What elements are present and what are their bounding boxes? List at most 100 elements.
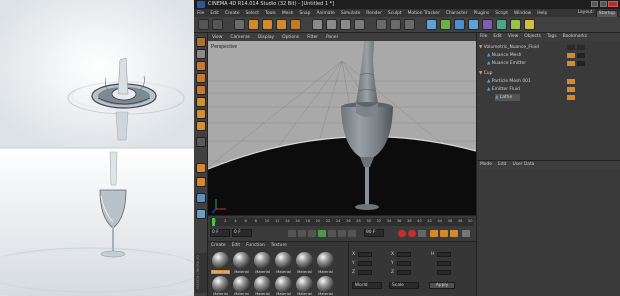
y-axis-icon[interactable] [326,19,337,30]
timeline-ruler[interactable]: 0 2 4 6 8 10 12 14 16 18 20 22 24 26 28 30 32 34 36 38 40 42 4… [210,218,474,226]
object-menu-edit[interactable]: Edit [490,33,505,41]
rotation-key-icon[interactable] [450,230,458,237]
scale-tool-icon[interactable] [262,19,273,30]
attribute-menu-edit[interactable]: Edit [495,161,510,169]
size-z-field[interactable] [397,270,411,275]
tag-icon[interactable] [567,95,575,100]
material-swatch[interactable] [275,276,292,293]
tag-icon[interactable] [577,45,585,50]
goto-start-icon[interactable] [288,230,296,237]
model-mode-icon[interactable] [196,49,206,59]
coordinate-system-icon[interactable] [354,19,365,30]
next-key-icon[interactable] [338,230,346,237]
tag-icon[interactable] [567,53,575,58]
material-swatch[interactable] [317,252,334,269]
maximize-icon[interactable] [600,1,607,7]
object-menu-view[interactable]: View [505,33,521,41]
material-swatch[interactable] [212,252,229,269]
move-tool-icon[interactable] [248,19,259,30]
rotation-b-field[interactable] [437,270,451,275]
polygons-mode-icon[interactable] [196,121,206,131]
object-mode-icon[interactable] [196,61,206,71]
close-icon[interactable] [608,1,618,7]
object-row[interactable]: ▲ Nuance Emitter [487,60,526,67]
rotate-tool-icon[interactable] [276,19,287,30]
solo-icon[interactable] [196,209,206,219]
material-swatch[interactable] [317,276,334,293]
tag-icon[interactable] [577,61,585,66]
attribute-menu-mode[interactable]: Mode [477,161,495,169]
keyframe-selection-icon[interactable] [418,230,426,237]
object-menu-tags[interactable]: Tags [544,33,560,41]
scale-mode-select[interactable]: Scale [389,282,419,289]
live-selection-icon[interactable] [234,19,245,30]
tweak-mode-icon[interactable] [196,177,206,187]
object-row[interactable]: ▼ Volumetric_Nuance_Fluid [479,44,539,51]
render-picture-viewer-icon[interactable] [390,19,401,30]
viewport-nav-icons[interactable] [444,42,474,48]
material-menu-texture[interactable]: Texture [268,242,290,250]
material-swatch[interactable] [254,276,271,293]
tag-icon[interactable] [567,87,575,92]
object-menu-objects[interactable]: Objects [521,33,544,41]
material-menu-edit[interactable]: Edit [229,242,244,250]
coordinate-system-select[interactable]: World [352,282,382,289]
tag-icon[interactable] [567,45,575,50]
redo-icon[interactable] [212,19,223,30]
attribute-menu-user-data[interactable]: User Data [509,161,537,169]
z-axis-icon[interactable] [340,19,351,30]
light-icon[interactable] [524,19,535,30]
autokey-icon[interactable] [408,230,416,237]
workplane-icon[interactable] [196,85,206,95]
object-menu-file[interactable]: File [477,33,490,41]
previous-key-icon[interactable] [298,230,306,237]
tag-icon[interactable] [577,53,585,58]
object-row[interactable]: ▲ Particle Mesh 001 [487,78,531,85]
render-view-icon[interactable] [376,19,387,30]
minimize-icon[interactable] [591,1,598,7]
spline-icon[interactable] [468,19,479,30]
previous-frame-icon[interactable] [308,230,316,237]
tag-icon[interactable] [567,79,575,84]
current-frame-field[interactable]: 0 F [210,229,230,237]
subdivision-icon[interactable] [440,19,451,30]
next-frame-icon[interactable] [328,230,336,237]
tag-icon[interactable] [567,61,575,66]
make-editable-icon[interactable] [196,37,206,47]
camera-icon[interactable] [510,19,521,30]
points-mode-icon[interactable] [196,97,206,107]
array-icon[interactable] [454,19,465,30]
object-row-selected[interactable]: ▲ Lathe [495,94,521,101]
material-swatch[interactable] [212,276,229,293]
undo-icon[interactable] [198,19,209,30]
material-swatch[interactable] [233,276,250,293]
material-menu-function[interactable]: Function [243,242,268,250]
snap-icon[interactable] [196,163,206,173]
cube-object-icon[interactable] [426,19,437,30]
record-key-icon[interactable] [398,230,406,237]
workplane-lock-icon[interactable] [196,193,206,203]
x-axis-icon[interactable] [312,19,323,30]
object-menu-bookmarks[interactable]: Bookmarks [560,33,591,41]
timeline-menu-icon[interactable] [462,230,470,237]
perspective-viewport[interactable]: Perspective [208,41,476,215]
rotation-h-field[interactable] [437,252,451,257]
size-y-field[interactable] [397,261,411,266]
render-settings-icon[interactable] [404,19,415,30]
position-key-icon[interactable] [430,230,438,237]
object-row[interactable]: ▼ Cup [479,70,492,77]
object-row[interactable]: ▲ Emitter Fluid [487,86,520,93]
axis-mode-icon[interactable] [196,137,206,147]
position-x-field[interactable] [358,252,372,257]
material-swatch[interactable] [296,252,313,269]
scale-key-icon[interactable] [440,230,448,237]
playhead[interactable] [212,218,215,226]
size-x-field[interactable] [397,252,411,257]
material-menu-create[interactable]: Create [208,242,229,250]
scene-icon[interactable] [496,19,507,30]
goto-end-icon[interactable] [348,230,356,237]
material-swatch[interactable] [254,252,271,269]
edges-mode-icon[interactable] [196,109,206,119]
rotation-p-field[interactable] [437,261,451,266]
apply-button[interactable]: Apply [429,282,455,289]
